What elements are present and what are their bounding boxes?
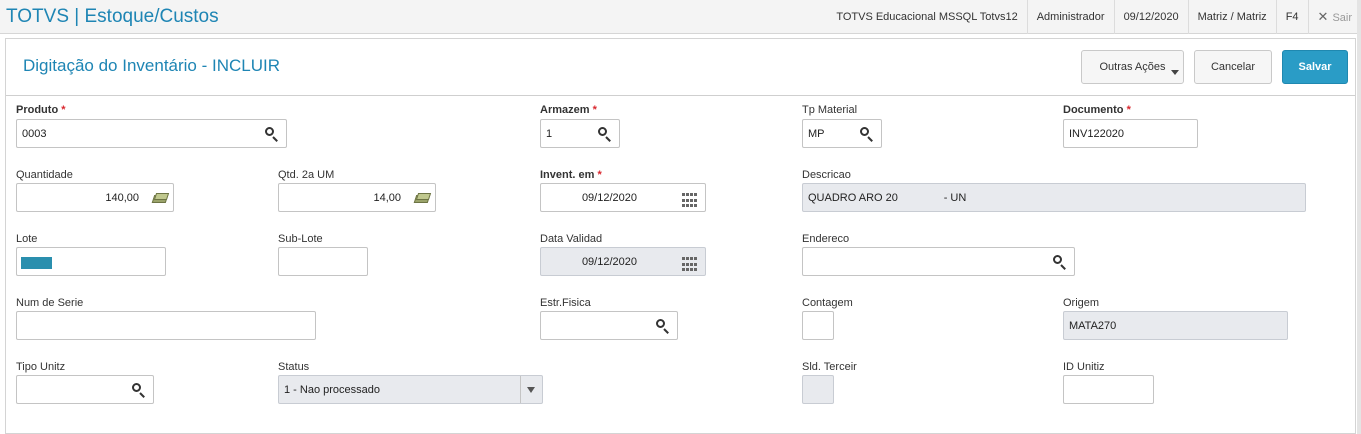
chevron-down-icon[interactable]	[520, 376, 542, 403]
search-icon[interactable]	[859, 126, 875, 142]
tp-material-label: Tp Material	[802, 104, 858, 116]
tipo-unitz-input[interactable]	[16, 375, 154, 404]
top-info: TOTVS Educacional MSSQL Totvs12 Administ…	[827, 0, 1361, 34]
quantidade-input[interactable]: 140,00	[16, 183, 174, 212]
environment-label[interactable]: TOTVS Educacional MSSQL Totvs12	[827, 0, 1026, 34]
money-icon[interactable]	[151, 190, 170, 206]
caret-down-icon	[1171, 70, 1179, 75]
endereco-input[interactable]	[802, 247, 1075, 276]
sld-terceir-field	[802, 375, 834, 404]
app-title: TOTVS | Estoque/Custos	[6, 6, 219, 27]
dialog-title: Digitação do Inventário - INCLUIR	[23, 56, 281, 75]
estr-fisica-input[interactable]	[540, 311, 678, 340]
descricao-field: QUADRO ARO 20 - UN	[802, 183, 1306, 212]
branch-label[interactable]: Matriz / Matriz	[1187, 0, 1276, 34]
tipo-unitz-label: Tipo Unitz	[16, 361, 66, 373]
produto-value: 0003	[22, 128, 47, 140]
data-validad-label: Data Validad	[540, 233, 603, 245]
sub-lote-label: Sub-Lote	[278, 233, 323, 245]
search-icon[interactable]	[264, 126, 280, 142]
quantidade-value: 140,00	[105, 192, 139, 204]
origem-label: Origem	[1063, 297, 1100, 309]
endereco-label: Endereco	[802, 233, 850, 245]
search-icon[interactable]	[1052, 254, 1068, 270]
num-serie-label: Num de Serie	[16, 297, 84, 309]
calendar-icon	[682, 257, 698, 273]
sub-lote-input[interactable]	[278, 247, 368, 276]
calendar-icon[interactable]	[682, 193, 698, 209]
invent-em-label: Invent. em *	[540, 169, 602, 181]
qtd-2a-um-label: Qtd. 2a UM	[278, 169, 335, 181]
produto-input[interactable]: 0003	[16, 119, 287, 148]
status-value: 1 - Nao processado	[284, 384, 380, 396]
num-serie-input[interactable]	[16, 311, 316, 340]
money-icon[interactable]	[413, 190, 432, 206]
user-label[interactable]: Administrador	[1026, 0, 1114, 34]
exit-label: Sair	[1332, 12, 1352, 24]
lote-label: Lote	[16, 233, 38, 245]
invent-em-value: 09/12/2020	[581, 192, 637, 204]
quantidade-label: Quantidade	[16, 169, 73, 181]
documento-value: INV122020	[1069, 128, 1125, 140]
qtd-2a-um-value: 14,00	[373, 192, 401, 204]
produto-label: Produto *	[16, 104, 66, 116]
window-edge	[1357, 0, 1361, 434]
status-select[interactable]: 1 - Nao processado	[278, 375, 543, 404]
contagem-label: Contagem	[802, 297, 853, 309]
documento-input[interactable]: INV122020	[1063, 119, 1198, 148]
lote-input[interactable]	[16, 247, 166, 276]
inventory-form: Produto * 0003 Armazem * 1 Tp Material M…	[6, 97, 1355, 433]
search-icon[interactable]	[655, 318, 671, 334]
top-bar: TOTVS | Estoque/Custos TOTVS Educacional…	[0, 0, 1361, 34]
descricao-label: Descricao	[802, 169, 851, 181]
other-actions-button[interactable]: Outras Ações	[1081, 50, 1184, 84]
id-unitiz-label: ID Unitiz	[1063, 361, 1105, 373]
cancel-button[interactable]: Cancelar	[1194, 50, 1272, 84]
tp-material-input[interactable]: MP	[802, 119, 882, 148]
armazem-label: Armazem *	[540, 104, 597, 116]
close-icon: ✕	[1317, 9, 1329, 24]
data-validad-field: 09/12/2020	[540, 247, 706, 276]
sld-terceir-label: Sld. Terceir	[802, 361, 857, 373]
origem-value: MATA270	[1069, 320, 1117, 332]
shortcut-label[interactable]: F4	[1275, 0, 1308, 34]
data-validad-value: 09/12/2020	[581, 256, 637, 268]
search-icon[interactable]	[131, 382, 147, 398]
descricao-value: QUADRO ARO 20 - UN	[808, 192, 967, 204]
id-unitiz-input[interactable]	[1063, 375, 1154, 404]
date-label[interactable]: 09/12/2020	[1113, 0, 1188, 34]
search-icon[interactable]	[597, 126, 613, 142]
dialog-header: Digitação do Inventário - INCLUIR Outras…	[6, 39, 1355, 96]
estr-fisica-label: Estr.Fisica	[540, 297, 591, 309]
other-actions-label: Outras Ações	[1099, 61, 1166, 73]
qtd-2a-um-input[interactable]: 14,00	[278, 183, 436, 212]
exit-button[interactable]: ✕ Sair	[1307, 0, 1361, 34]
origem-field: MATA270	[1063, 311, 1288, 340]
documento-label: Documento *	[1063, 104, 1131, 116]
save-button[interactable]: Salvar	[1282, 50, 1348, 84]
armazem-value: 1	[546, 128, 553, 140]
tp-material-value: MP	[808, 128, 825, 140]
contagem-input[interactable]	[802, 311, 834, 340]
invent-em-input[interactable]: 09/12/2020	[540, 183, 706, 212]
status-label: Status	[278, 361, 310, 373]
lote-selection-highlight	[21, 257, 52, 269]
inventory-dialog: Digitação do Inventário - INCLUIR Outras…	[5, 38, 1356, 434]
armazem-input[interactable]: 1	[540, 119, 620, 148]
